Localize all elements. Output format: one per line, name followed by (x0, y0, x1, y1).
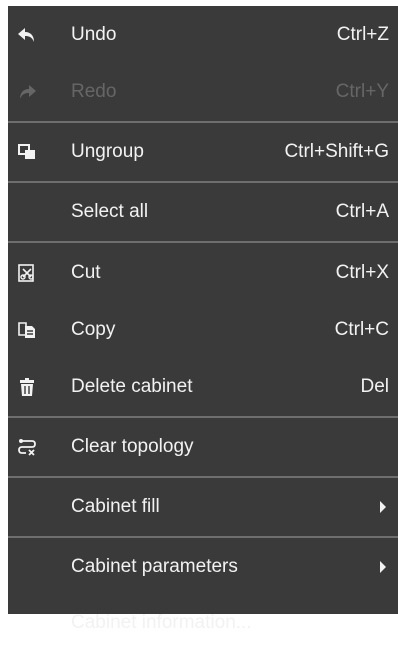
select-all-label: Select all (71, 201, 149, 222)
undo-shortcut: Ctrl+Z (336, 23, 389, 45)
menu-item-delete-cabinet[interactable]: Delete cabinet Del (8, 358, 398, 415)
undo-label: Undo (71, 23, 117, 45)
separator (8, 416, 398, 418)
copy-shortcut: Ctrl+C (334, 318, 389, 340)
menu-item-ungroup[interactable]: Ungroup Ctrl+Shift+G (8, 124, 398, 180)
redo-icon (16, 81, 38, 103)
menu-item-cut[interactable]: Cut Ctrl+X (8, 244, 398, 301)
redo-label: Redo (71, 80, 117, 102)
cut-icon (16, 262, 38, 284)
copy-icon (16, 319, 38, 341)
menu-item-redo[interactable]: Redo Ctrl+Y (8, 63, 398, 120)
separator (8, 536, 398, 538)
separator (8, 121, 398, 123)
separator (8, 476, 398, 478)
ungroup-shortcut: Ctrl+Shift+G (284, 141, 389, 162)
ungroup-label: Ungroup (71, 141, 144, 162)
menu-item-undo[interactable]: Undo Ctrl+Z (8, 6, 398, 63)
menu-item-cabinet-fill[interactable]: Cabinet fill (8, 479, 398, 535)
separator (8, 241, 398, 243)
delete-cabinet-label: Delete cabinet (71, 375, 193, 397)
context-menu: Undo Ctrl+Z Redo Ctrl+Y Ungroup Ctrl+Shi… (8, 6, 398, 633)
clear-topology-label: Clear topology (71, 436, 194, 457)
delete-cabinet-shortcut: Del (360, 375, 389, 397)
menu-item-cabinet-information[interactable]: Cabinet information... (8, 595, 398, 651)
submenu-arrow-icon (380, 561, 386, 573)
redo-shortcut: Ctrl+Y (335, 80, 389, 102)
cabinet-parameters-label: Cabinet parameters (71, 556, 238, 577)
cut-shortcut: Ctrl+X (335, 261, 389, 283)
menu-item-cabinet-parameters[interactable]: Cabinet parameters (8, 539, 398, 595)
menu-item-select-all[interactable]: Select all Ctrl+A (8, 184, 398, 240)
menu-item-clear-topology[interactable]: Clear topology (8, 419, 398, 475)
separator (8, 181, 398, 183)
trash-icon (16, 376, 38, 398)
clear-topology-icon (16, 436, 38, 458)
menu-item-copy[interactable]: Copy Ctrl+C (8, 301, 398, 358)
select-all-shortcut: Ctrl+A (335, 201, 389, 222)
submenu-arrow-icon (380, 501, 386, 513)
cut-label: Cut (71, 261, 101, 283)
undo-icon (16, 24, 38, 46)
copy-label: Copy (71, 318, 116, 340)
ungroup-icon (16, 141, 38, 163)
cabinet-information-label: Cabinet information... (71, 612, 252, 633)
cabinet-fill-label: Cabinet fill (71, 496, 160, 517)
